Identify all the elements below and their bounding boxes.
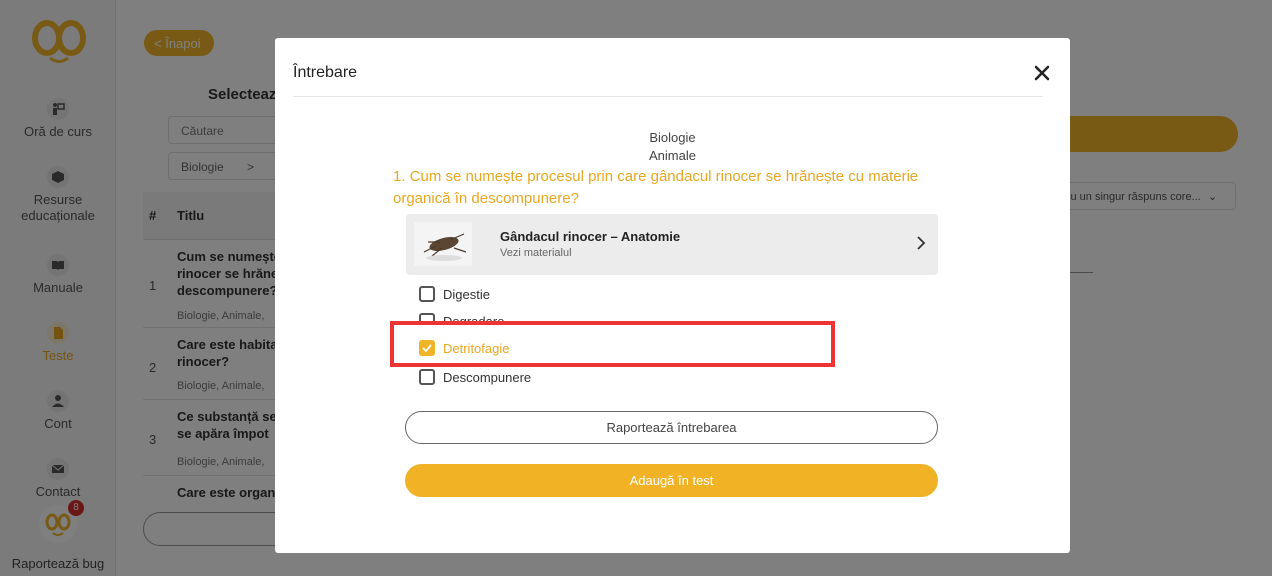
- question-modal: Întrebare Biologie Animale 1. Cum se num…: [275, 38, 1070, 553]
- report-question-button[interactable]: Raportează întrebarea: [405, 411, 938, 444]
- question-text: 1. Cum se numește procesul prin care gân…: [393, 168, 919, 207]
- checkbox[interactable]: [419, 286, 435, 302]
- add-to-test-button[interactable]: Adaugă în test: [405, 464, 938, 497]
- checkbox[interactable]: [419, 369, 435, 385]
- app-root: Oră de curs Resurse educaționale Manuale…: [0, 0, 1272, 576]
- answer-option-label: Descompunere: [443, 370, 532, 385]
- question-topic: Animale: [649, 148, 696, 163]
- close-icon[interactable]: [1032, 63, 1052, 83]
- material-title: Gândacul rinocer – Anatomie: [500, 229, 681, 244]
- question-subject: Biologie: [649, 130, 696, 145]
- answer-option-label: Digestie: [443, 287, 490, 302]
- modal-divider: [293, 96, 1043, 97]
- material-card[interactable]: Gândacul rinocer – Anatomie Vezi materia…: [406, 214, 938, 275]
- beetle-thumbnail-image: [414, 222, 472, 266]
- modal-title: Întrebare: [293, 64, 358, 81]
- material-link-label: Vezi materialul: [500, 247, 572, 259]
- chevron-right-icon: [917, 236, 926, 250]
- highlight-annotation: [390, 321, 835, 367]
